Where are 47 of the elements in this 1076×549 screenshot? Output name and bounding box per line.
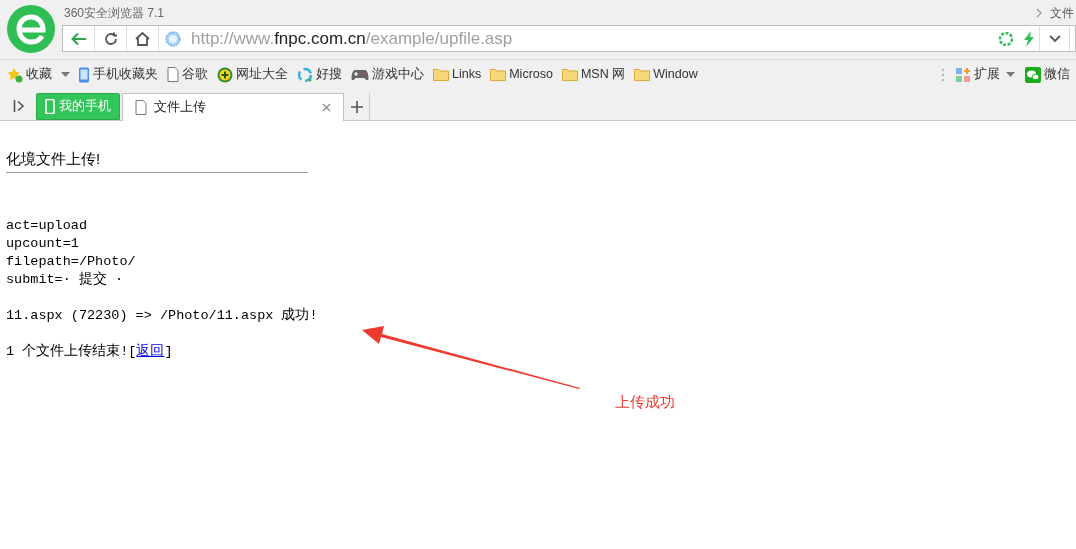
bracket-text: ] [164, 343, 173, 361]
phone-icon [78, 66, 90, 83]
bookmark-item[interactable]: 网址大全 [217, 65, 288, 84]
back-link[interactable]: 返回 [136, 343, 165, 361]
extensions-icon [955, 66, 971, 83]
phone-icon [45, 99, 55, 114]
tab-title-text: 文件 [1050, 4, 1074, 22]
bookmark-item[interactable]: 谷歌 [167, 65, 208, 84]
folder-icon [561, 68, 578, 81]
plus-globe-icon [217, 66, 233, 83]
bookmark-item[interactable]: 游戏中心 [351, 65, 424, 84]
gamepad-icon [351, 67, 369, 82]
bookmark-item[interactable]: 手机收藏夹 [78, 65, 158, 84]
folder-icon [634, 68, 651, 81]
browser-tab[interactable]: 文件上传 [122, 93, 344, 121]
param-line: act=upload [6, 217, 87, 235]
bookmark-item[interactable]: MSN 网 [561, 65, 626, 84]
bookmark-item[interactable]: 好搜 [297, 65, 342, 84]
toolbar-item[interactable]: 微信 [1025, 65, 1070, 84]
folder-icon [433, 68, 449, 81]
page-icon [135, 100, 147, 115]
caret-icon[interactable] [1006, 72, 1015, 77]
browser-logo-icon [6, 3, 56, 54]
ring-icon [297, 66, 313, 83]
page-heading: 化境文件上传! [6, 149, 102, 169]
param-line: submit=· 提交 · [6, 271, 124, 289]
page-icon [167, 67, 179, 82]
annotation-label: 上传成功 [615, 392, 675, 412]
caret-icon[interactable] [61, 72, 70, 77]
chat-icon [1025, 66, 1041, 83]
result-line: 11.aspx (72230) => /Photo/11.aspx 成功! [6, 307, 318, 325]
folder-icon [490, 68, 507, 81]
close-icon[interactable] [322, 103, 331, 112]
bookmark-item[interactable]: Links [433, 65, 482, 84]
bookmark-item[interactable]: 收藏 [7, 65, 52, 84]
chevron-icon [1036, 7, 1042, 18]
param-line: upcount=1 [6, 235, 79, 253]
param-line: filepath=/Photo/ [6, 253, 136, 271]
more-dots-icon[interactable] [941, 67, 945, 82]
window-title: 360安全浏览器 7.1 [63, 4, 165, 22]
bookmark-item[interactable]: Window [634, 65, 698, 84]
summary-text: 1 个文件上传结束![ [6, 343, 137, 361]
star-icon [7, 66, 23, 83]
toolbar-item[interactable]: 扩展 [955, 65, 1000, 84]
bookmark-item[interactable]: Microso [490, 65, 553, 84]
sidebar-toggle-icon [13, 100, 25, 112]
plus-icon [350, 100, 363, 113]
